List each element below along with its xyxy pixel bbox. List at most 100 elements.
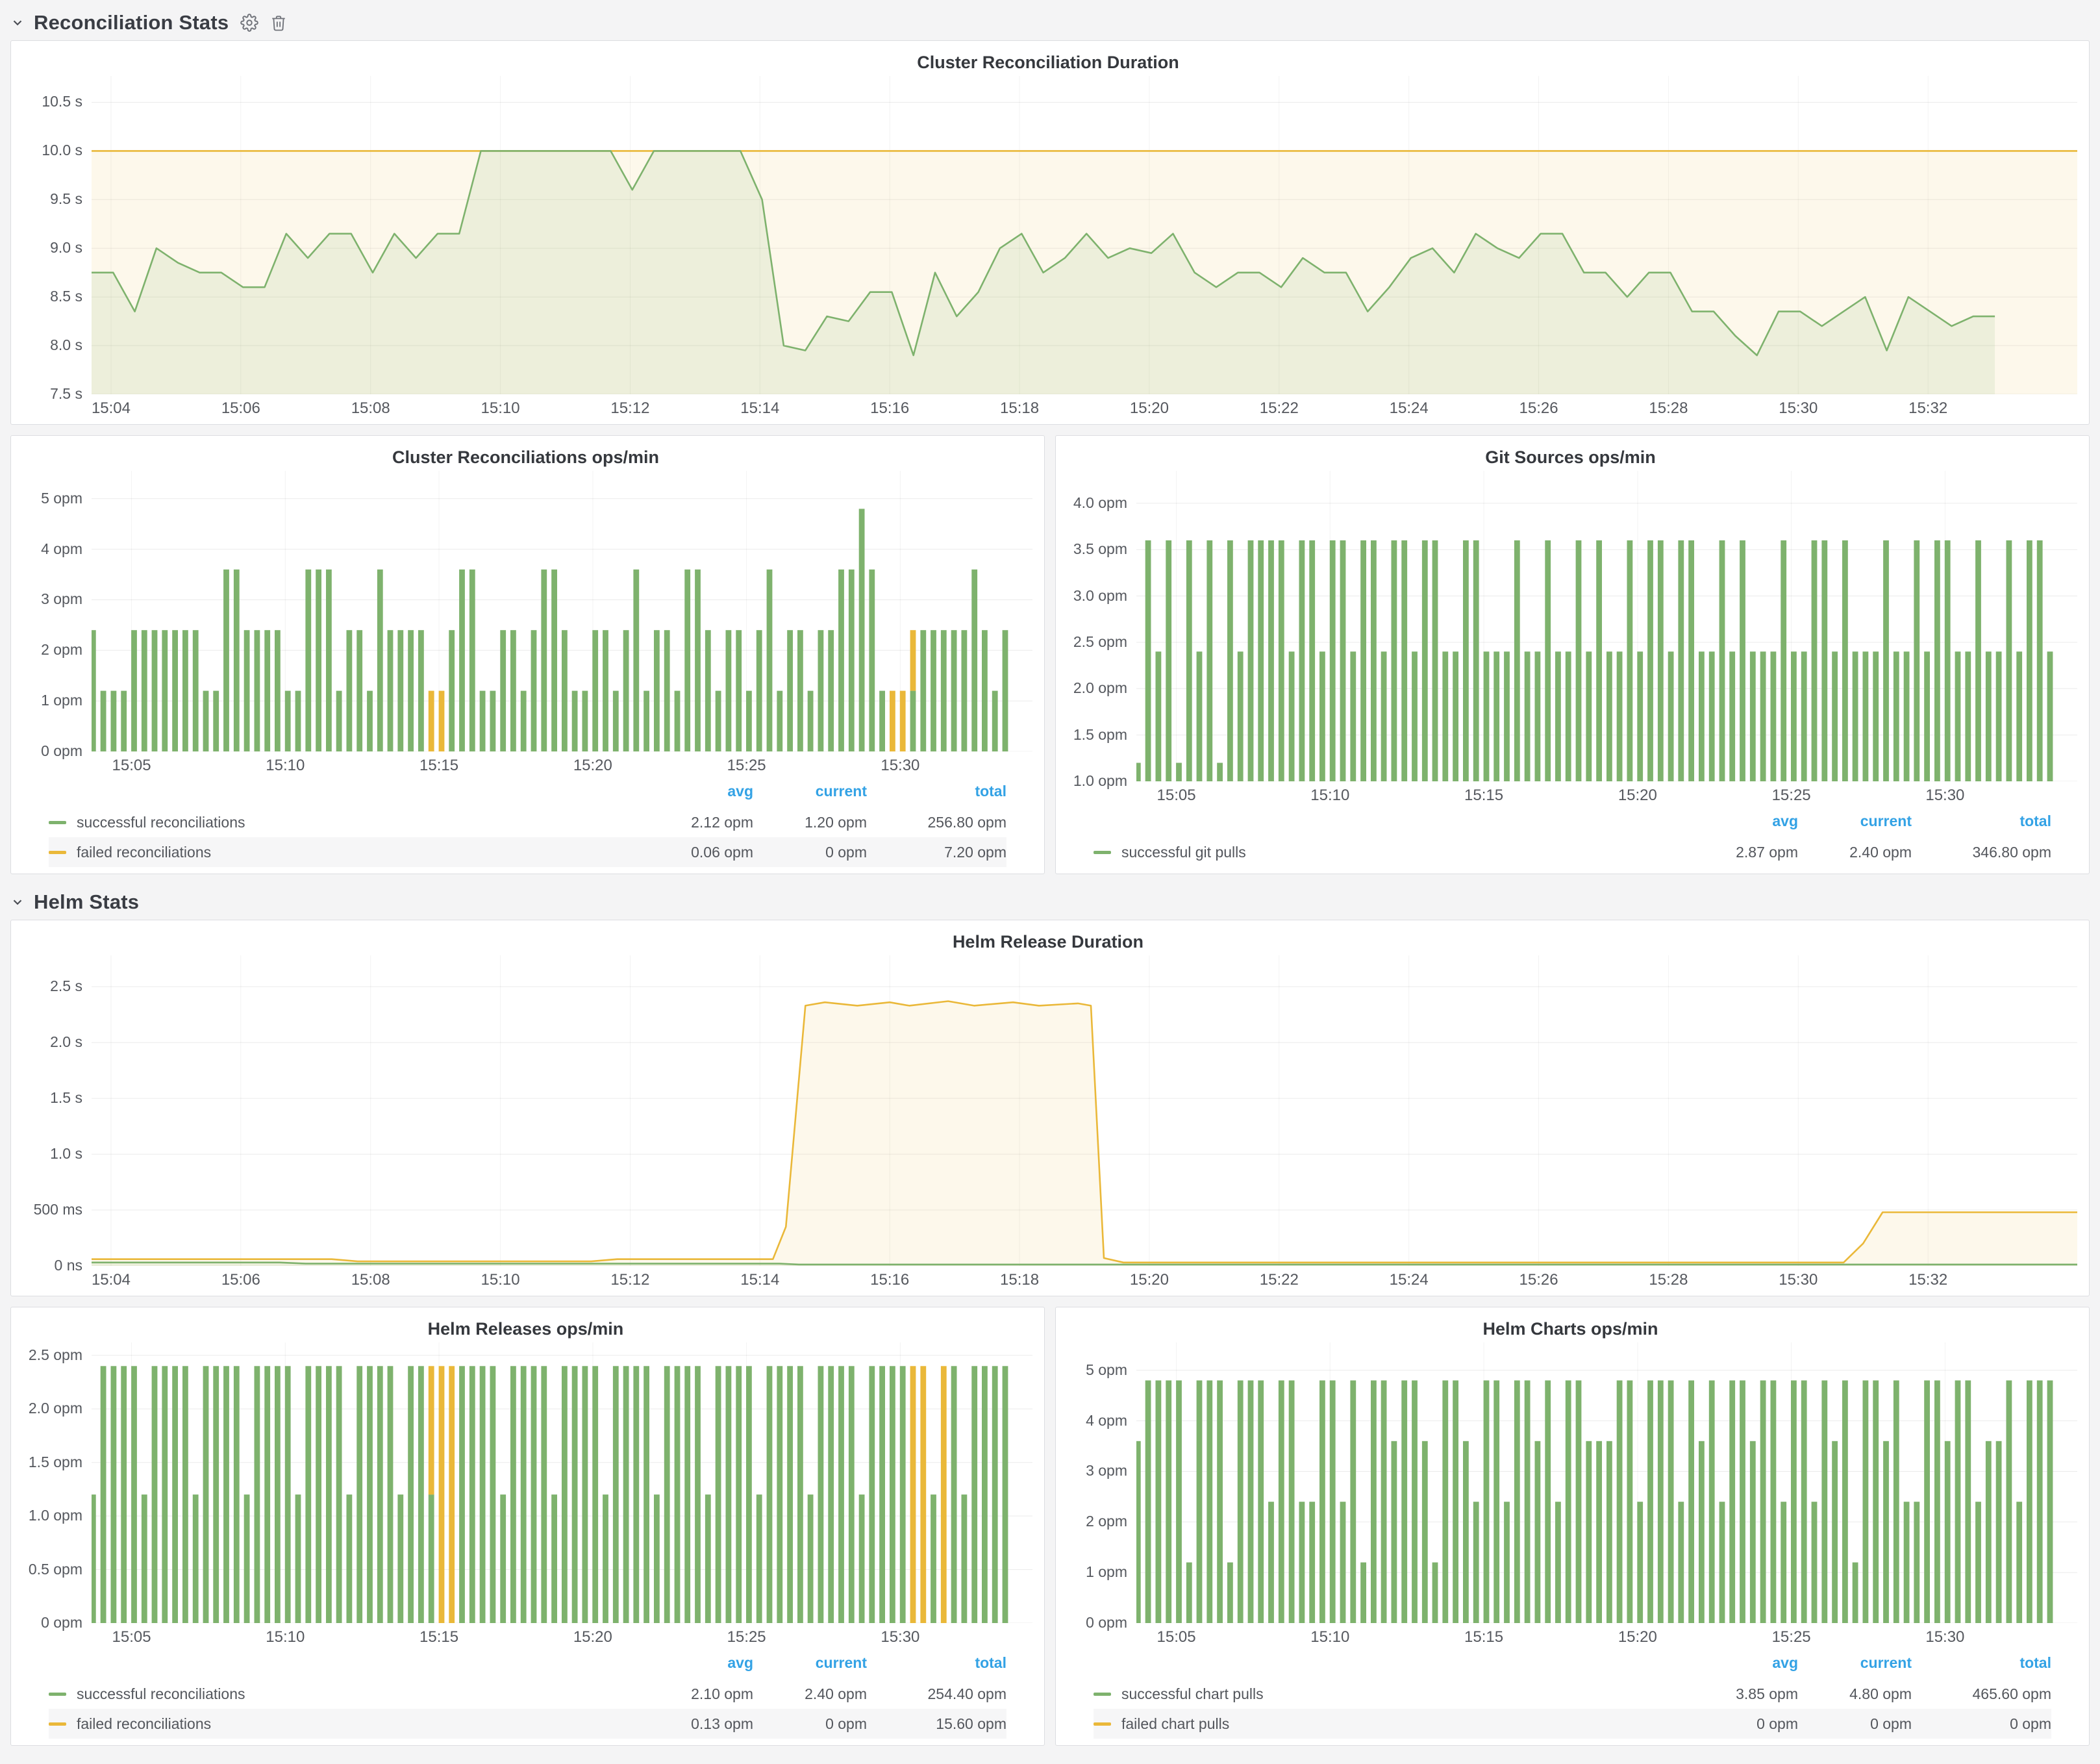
plot-area[interactable] [92, 471, 1032, 751]
x-axis: 15:0415:0615:0815:1015:1215:1415:1615:18… [92, 394, 2077, 420]
y-tick-label: 10.5 s [42, 93, 82, 110]
legend-header-avg[interactable]: avg [1684, 1649, 1798, 1676]
plot-area[interactable] [92, 955, 2077, 1266]
y-tick-label: 5 opm [1086, 1361, 1127, 1379]
legend-header-current[interactable]: current [753, 1649, 867, 1676]
y-tick-label: 8.0 s [50, 336, 82, 354]
panel-helm-charts-ops: Helm Charts ops/min 5 opm4 opm3 opm2 opm… [1055, 1307, 2090, 1746]
dashboard: Reconciliation Stats Cluster Reconciliat… [0, 0, 2100, 1756]
section-title[interactable]: Reconciliation Stats [34, 11, 229, 34]
plot-area[interactable] [92, 1342, 1032, 1623]
trash-icon[interactable] [270, 14, 287, 31]
plot-svg[interactable] [92, 1342, 1032, 1623]
plot-svg[interactable] [92, 471, 1032, 751]
cluster-reconciliation-duration-chart: 10.5 s10.0 s9.5 s9.0 s8.5 s8.0 s7.5 s [19, 76, 2077, 394]
x-tick-label: 15:10 [266, 1628, 305, 1646]
x-tick-label: 15:05 [1157, 787, 1196, 805]
y-tick-label: 0.5 opm [29, 1561, 82, 1578]
legend-header-total[interactable]: total [867, 777, 1006, 805]
legend-stat-avg: 3.85 opm [1684, 1679, 1798, 1709]
plot-svg[interactable] [92, 76, 2077, 394]
legend-header-current[interactable]: current [1798, 807, 1912, 835]
legend: avg current total successful reconciliat… [19, 777, 1032, 870]
x-tick-label: 15:22 [1260, 1271, 1299, 1289]
panel-title[interactable]: Helm Charts ops/min [1064, 1315, 2077, 1342]
panel-title[interactable]: Helm Releases ops/min [19, 1315, 1032, 1342]
series-color-dash [1094, 1722, 1111, 1726]
legend-header-total[interactable]: total [867, 1649, 1006, 1676]
x-tick-label: 15:26 [1519, 399, 1558, 418]
legend: avg current total successful chart pulls… [1064, 1649, 2077, 1741]
legend-series-label[interactable]: successful git pulls [1121, 844, 1246, 861]
x-tick-label: 15:20 [573, 1628, 612, 1646]
panel-title[interactable]: Helm Release Duration [19, 928, 2077, 955]
section-header-reconciliation[interactable]: Reconciliation Stats [10, 5, 2090, 40]
panel-title[interactable]: Cluster Reconciliations ops/min [19, 444, 1032, 471]
panel-title[interactable]: Git Sources ops/min [1064, 444, 2077, 471]
plot-area[interactable] [1136, 471, 2077, 781]
plot-svg[interactable] [1136, 1342, 2077, 1623]
series-color-dash [1094, 1693, 1111, 1696]
x-tick-label: 15:30 [1779, 1271, 1818, 1289]
y-tick-label: 4 opm [1086, 1412, 1127, 1430]
y-tick-label: 1.5 s [50, 1089, 82, 1107]
plot-area[interactable] [1136, 1342, 2077, 1623]
y-tick-label: 3 opm [41, 590, 82, 608]
x-tick-label: 15:25 [1772, 1628, 1811, 1646]
git-sources-chart: 4.0 opm3.5 opm3.0 opm2.5 opm2.0 opm1.5 o… [1064, 471, 2077, 781]
y-tick-label: 9.5 s [50, 190, 82, 208]
y-axis: 5 opm4 opm3 opm2 opm1 opm0 opm [19, 471, 92, 751]
x-tick-label: 15:10 [1310, 787, 1349, 805]
legend-series-label[interactable]: failed reconciliations [77, 1715, 211, 1733]
x-tick-label: 15:20 [1130, 399, 1169, 418]
legend-header-total[interactable]: total [1912, 807, 2051, 835]
plot-area[interactable] [92, 76, 2077, 394]
legend-header-avg[interactable]: avg [640, 777, 753, 805]
y-tick-label: 0 ns [55, 1257, 82, 1274]
x-tick-label: 15:24 [1390, 1271, 1429, 1289]
legend-header-total[interactable]: total [1912, 1649, 2051, 1676]
section-header-helm[interactable]: Helm Stats [10, 885, 2090, 920]
x-tick-label: 15:30 [1925, 787, 1964, 805]
series-color-dash [49, 1693, 66, 1696]
legend-header-avg[interactable]: avg [1684, 807, 1798, 835]
x-tick-label: 15:20 [1130, 1271, 1169, 1289]
gear-icon[interactable] [240, 14, 258, 32]
plot-svg[interactable] [1136, 471, 2077, 781]
x-tick-label: 15:32 [1908, 399, 1947, 418]
legend-header-avg[interactable]: avg [640, 1649, 753, 1676]
x-tick-label: 15:04 [92, 1271, 131, 1289]
x-axis: 15:0515:1015:1515:2015:2515:30 [92, 751, 1032, 777]
legend-series-label[interactable]: successful reconciliations [77, 814, 245, 831]
x-tick-label: 15:26 [1519, 1271, 1558, 1289]
x-tick-label: 15:28 [1649, 1271, 1688, 1289]
x-tick-label: 15:28 [1649, 399, 1688, 418]
y-tick-label: 10.0 s [42, 142, 82, 159]
legend-series-label[interactable]: successful chart pulls [1121, 1685, 1264, 1703]
legend-header-current[interactable]: current [753, 777, 867, 805]
legend-stat-current: 0 opm [753, 837, 867, 867]
y-axis: 5 opm4 opm3 opm2 opm1 opm0 opm [1064, 1342, 1136, 1623]
panel-title[interactable]: Cluster Reconciliation Duration [19, 49, 2077, 76]
y-tick-label: 5 opm [41, 490, 82, 507]
x-axis: 15:0515:1015:1515:2015:2515:30 [1136, 781, 2077, 807]
legend-series-label[interactable]: failed chart pulls [1121, 1715, 1229, 1733]
y-tick-label: 1.5 opm [29, 1454, 82, 1471]
section-title[interactable]: Helm Stats [34, 890, 139, 914]
legend-stat-avg: 0.06 opm [640, 837, 753, 867]
chevron-down-icon[interactable] [10, 16, 25, 30]
x-tick-label: 15:06 [221, 399, 260, 418]
series-color-dash [49, 851, 66, 854]
legend-series-label[interactable]: failed reconciliations [77, 844, 211, 861]
y-tick-label: 2 opm [41, 641, 82, 659]
legend-series-label[interactable]: successful reconciliations [77, 1685, 245, 1703]
legend-stat-current: 0 opm [753, 1709, 867, 1739]
legend-header-current[interactable]: current [1798, 1649, 1912, 1676]
plot-svg[interactable] [92, 955, 2077, 1266]
helm-releases-chart: 2.5 opm2.0 opm1.5 opm1.0 opm0.5 opm0 opm [19, 1342, 1032, 1623]
series-color-dash [1094, 851, 1111, 854]
y-tick-label: 2.0 opm [1073, 679, 1127, 697]
y-tick-label: 2.5 s [50, 977, 82, 995]
chevron-down-icon[interactable] [10, 895, 25, 909]
y-tick-label: 0 opm [41, 1614, 82, 1632]
